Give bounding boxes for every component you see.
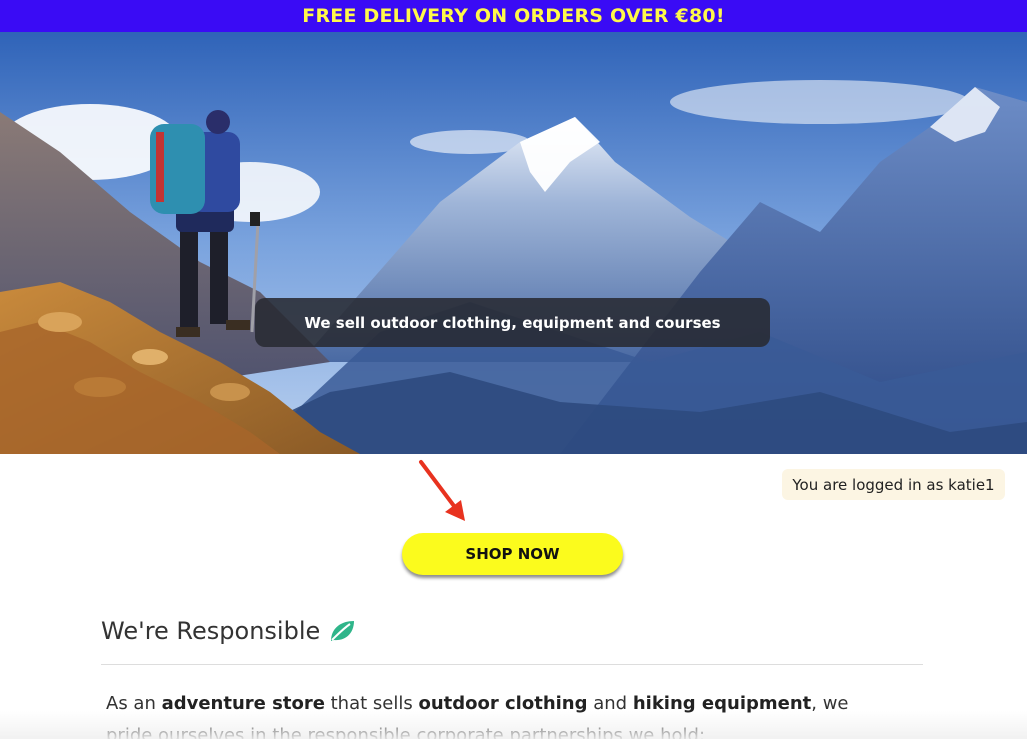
shop-now-button[interactable]: SHOP NOW (402, 533, 623, 575)
bold-hiking-equipment: hiking equipment (632, 693, 812, 714)
hero-caption: We sell outdoor clothing, equipment and … (255, 298, 770, 347)
mountain-landscape-image (0, 32, 1027, 454)
red-arrow-icon (419, 460, 465, 521)
responsibility-paragraph: As an adventure store that sells outdoor… (106, 693, 849, 739)
section-title-text: We're Responsible (101, 617, 321, 645)
section-divider (101, 664, 923, 665)
bold-outdoor-clothing: outdoor clothing (418, 693, 588, 714)
promo-banner: FREE DELIVERY ON ORDERS OVER €80! (0, 0, 1027, 32)
hero-image: We sell outdoor clothing, equipment and … (0, 32, 1027, 454)
hero-caption-text: We sell outdoor clothing, equipment and … (304, 313, 721, 332)
login-status-text: You are logged in as katie1 (792, 475, 995, 494)
shop-now-label: SHOP NOW (465, 545, 560, 563)
leaf-icon (331, 621, 355, 641)
promo-text: FREE DELIVERY ON ORDERS OVER €80! (302, 5, 725, 27)
login-status-badge: You are logged in as katie1 (782, 469, 1005, 500)
section-title: We're Responsible (101, 617, 356, 645)
bold-adventure-store: adventure store (161, 693, 325, 714)
